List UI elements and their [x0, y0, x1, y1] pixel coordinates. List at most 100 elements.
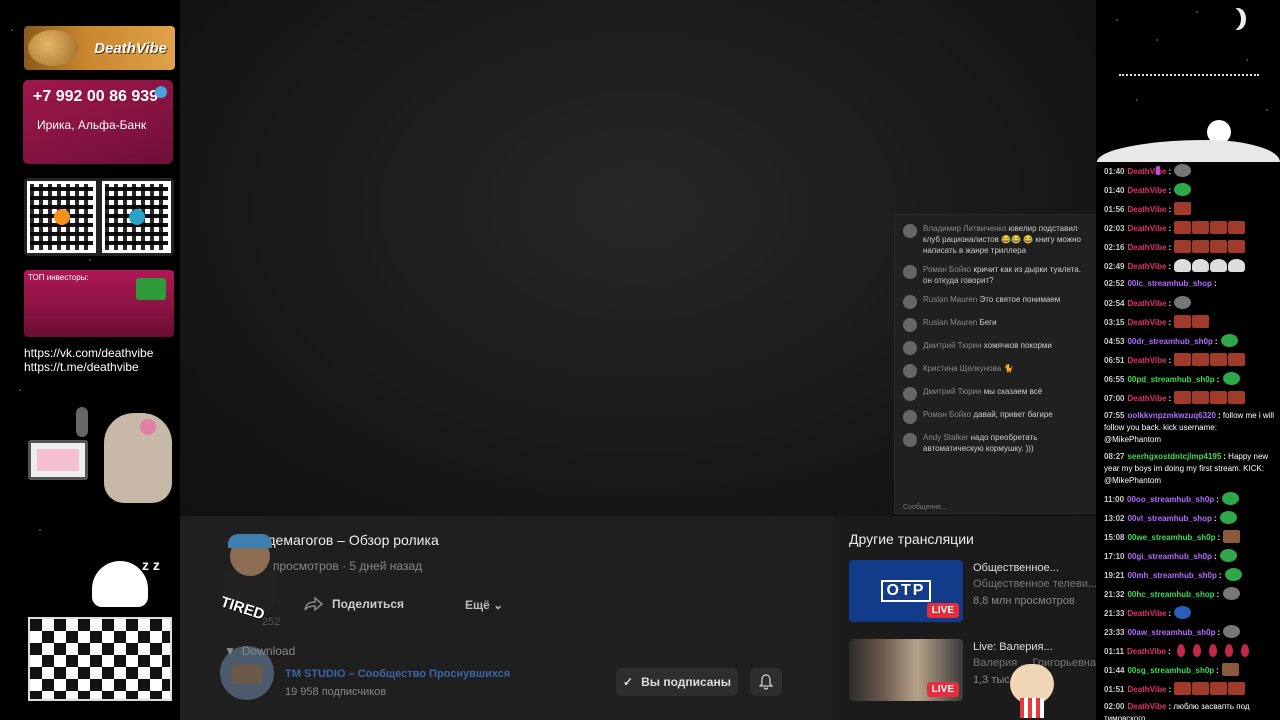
chat-timestamp: 01:51 — [1104, 685, 1125, 694]
green-emote-icon — [1219, 549, 1237, 562]
other-streams-title: Другие трансляции — [849, 531, 974, 547]
chat-username[interactable]: DeathVibe — [1127, 609, 1166, 618]
chat-separator: : — [1218, 571, 1224, 580]
bell-icon — [759, 674, 773, 690]
brown-emote-icon — [1223, 530, 1241, 543]
chat-timestamp: 17:10 — [1104, 552, 1125, 561]
chat-username[interactable]: DeathVibe — [1127, 205, 1166, 214]
chat-message: 06:55 00pd_streamhub_sh0p: — [1104, 372, 1276, 386]
chat-username[interactable]: 00oo_streamhub_sh0p — [1127, 495, 1214, 504]
avatar — [903, 265, 917, 279]
chat-username[interactable]: 00dr_streamhub_sh0p — [1127, 337, 1212, 346]
chat-username[interactable]: DeathVibe — [1127, 356, 1166, 365]
sleeping-cat-illustration: z z — [28, 557, 172, 701]
popcorn-bear-sticker — [1004, 656, 1060, 720]
chat-separator: : — [1168, 262, 1174, 271]
chat-username[interactable]: 00mh_streamhub_sh0p — [1127, 571, 1216, 580]
chat-username[interactable]: 00pd_streamhub_sh0p — [1127, 375, 1214, 384]
chat-timestamp: 02:00 — [1104, 702, 1125, 711]
chat-username[interactable]: DeathVibe — [1127, 243, 1166, 252]
chat-message: 17:10 00gi_streamhub_sh0p: — [1104, 549, 1276, 563]
share-button[interactable]: Поделиться — [304, 596, 404, 612]
green-emote-icon — [1174, 183, 1192, 196]
microphone-icon — [76, 407, 88, 437]
chat-username[interactable]: seerhgxostdntcjlmp4195 — [1127, 452, 1221, 461]
chat-text: люблю засвапть под тимовского — [1104, 702, 1250, 720]
chat-username[interactable]: 00lc_streamhub_shop — [1127, 279, 1211, 288]
chat-message: 07:00 DeathVibe: — [1104, 166, 1276, 405]
chat-message: 01:40 DeathVibe: — [1104, 166, 1276, 197]
popcorn-icon — [1020, 698, 1044, 718]
red-emote-icon — [1174, 202, 1192, 215]
chat-message: 19:21 00mh_streamhub_sh0p: — [1104, 568, 1276, 582]
chat-separator: : — [1168, 167, 1174, 176]
chat-message: 01:44 00sg_streamhub_sh0p: — [1104, 663, 1276, 677]
chat-username[interactable]: DeathVibe — [1127, 262, 1166, 271]
download-button[interactable]: ▼ Download — [224, 644, 295, 658]
chat-timestamp: 07:00 — [1104, 394, 1125, 403]
sleeping-cat — [92, 561, 148, 607]
stream-card[interactable]: OTP LIVE Общественное... Общественное те… — [849, 560, 1096, 622]
chat-username[interactable]: 00gi_streamhub_sh0p — [1127, 552, 1211, 561]
notification-bell-button[interactable] — [750, 668, 782, 696]
chat-username[interactable]: DeathVibe — [1127, 299, 1166, 308]
chat-username[interactable]: 00vl_streamhub_shop — [1127, 514, 1211, 523]
red-emote-icon — [1228, 391, 1246, 404]
chat-separator: : — [1213, 552, 1219, 561]
more-button[interactable]: Ещё ⌄ — [465, 598, 503, 612]
avatar — [903, 410, 917, 424]
embedded-chat-overlay: Владимир Литвиченко ювелир подставил клу… — [894, 214, 1097, 514]
chat-separator: : — [1216, 666, 1222, 675]
chat-username[interactable]: DeathVibe — [1127, 647, 1166, 656]
chat-message: 11:00 00oo_streamhub_sh0p: — [1104, 492, 1276, 506]
chat-message: 01:51 DeathVibe: — [1104, 166, 1276, 696]
chat-username[interactable]: DeathVibe — [1127, 394, 1166, 403]
avatar — [903, 341, 917, 355]
chat-message: 21:32 00hc_streamhub_shop: — [1104, 587, 1276, 601]
chat-username[interactable]: DeathVibe — [1127, 167, 1166, 176]
chat-separator: : — [1217, 628, 1223, 637]
chat-timestamp: 01:40 — [1104, 186, 1125, 195]
subscribed-button[interactable]: ✓ Вы подписаны — [616, 668, 738, 696]
chat-separator: : — [1216, 495, 1222, 504]
chat-message: 02:52 00lc_streamhub_shop: — [1104, 278, 1276, 291]
channel-name[interactable]: TM STUDIO – Сообщество Проснувшихся — [285, 668, 510, 680]
chat-username[interactable]: DeathVibe — [1127, 685, 1166, 694]
chat-separator: : — [1168, 609, 1174, 618]
brown-emote-icon — [1222, 663, 1240, 676]
chat-username[interactable]: 00sg_streamhub_sh0p — [1127, 666, 1214, 675]
chat-timestamp: 21:33 — [1104, 609, 1125, 618]
chat-timestamp: 01:56 — [1104, 205, 1125, 214]
chat-username[interactable]: 00we_streamhub_sh0p — [1127, 533, 1215, 542]
red-emote-icon — [1228, 682, 1246, 695]
chat-username[interactable]: DeathVibe — [1127, 186, 1166, 195]
avatar — [903, 387, 917, 401]
red-emote-icon — [1174, 391, 1192, 404]
red-emote-icon — [1192, 391, 1210, 404]
chat-username[interactable]: oolkkvnpzmkwzuq6320 — [1127, 411, 1215, 420]
chat-username[interactable]: DeathVibe — [1127, 318, 1166, 327]
chat-message: 04:53 00dr_streamhub_sh0p: — [1104, 334, 1276, 348]
video-meta: просмотров · 5 дней назад — [273, 559, 423, 573]
chat-timestamp: 23:33 — [1104, 628, 1125, 637]
download-icon: ▼ — [224, 644, 236, 658]
red-emote-icon — [1174, 240, 1192, 253]
red-emote-icon — [1228, 221, 1246, 234]
chat-username[interactable]: 00aw_streamhub_sh0p — [1127, 628, 1215, 637]
deathvibe-banner: DeathVibe — [24, 26, 175, 70]
chat-username[interactable]: DeathVibe — [1127, 702, 1166, 711]
stream-thumbnail: LIVE — [849, 639, 963, 701]
avatar — [903, 295, 917, 309]
share-label: Поделиться — [332, 597, 405, 611]
doge-icon — [28, 30, 78, 66]
chat-timestamp: 13:02 — [1104, 514, 1125, 523]
red-emote-icon — [1210, 353, 1228, 366]
money-icon — [136, 278, 166, 300]
tired-number: 252 — [262, 616, 281, 628]
chat-separator: : — [1213, 514, 1219, 523]
chat-username[interactable]: DeathVibe — [1127, 224, 1166, 233]
chat-username[interactable]: 00hc_streamhub_shop — [1127, 590, 1214, 599]
green-emote-icon — [1219, 511, 1237, 524]
chat-message: 15:08 00we_streamhub_sh0p: — [1104, 530, 1276, 544]
chat-timestamp: 19:21 — [1104, 571, 1125, 580]
